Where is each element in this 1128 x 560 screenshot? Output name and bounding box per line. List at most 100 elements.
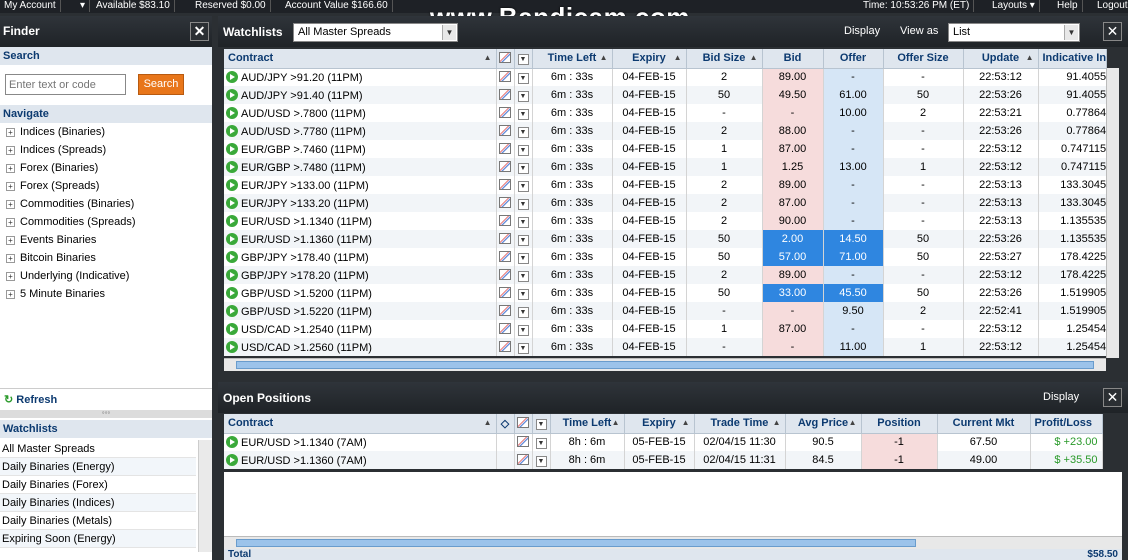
sort-icon[interactable]: ▲ (484, 53, 492, 62)
table-row[interactable]: GBP/USD >1.5220 (11PM) ▼ 6m : 33s 04-FEB-15… (224, 302, 1108, 320)
menu-cell[interactable]: ▼ (514, 68, 533, 86)
chart-cell[interactable] (496, 230, 515, 248)
contract-cell[interactable]: EUR/JPY >133.20 (11PM) (224, 194, 497, 212)
nav-item[interactable]: +5 Minute Binaries (0, 285, 212, 303)
chart-cell[interactable] (496, 158, 515, 176)
dropdown-icon[interactable]: ▼ (517, 234, 529, 246)
offer-cell[interactable]: - (823, 212, 884, 230)
chart-icon[interactable] (499, 215, 511, 226)
offer-cell[interactable]: 14.50 (823, 230, 884, 248)
chart-cell[interactable] (496, 140, 515, 158)
chart-cell[interactable] (496, 302, 515, 320)
dropdown-icon[interactable]: ▼ (517, 162, 529, 174)
dropdown-icon[interactable]: ▼ (517, 72, 529, 84)
expand-plus-icon[interactable]: + (6, 182, 15, 191)
search-button[interactable]: Search (138, 74, 184, 95)
panel-splitter[interactable]: ◦◦◦ (0, 409, 212, 418)
table-row[interactable]: GBP/USD >1.5200 (11PM) ▼ 6m : 33s 04-FEB-15… (224, 284, 1108, 302)
column-bid-size[interactable]: Bid Size ▲ (686, 49, 763, 69)
dropdown-icon[interactable]: ▼ (517, 126, 529, 138)
bid-cell[interactable]: 33.00 (762, 284, 824, 302)
nav-item[interactable]: + Events Binaries (0, 231, 212, 249)
nav-item[interactable]: + Indices (Binaries) (0, 123, 212, 141)
dropdown-icon[interactable]: ▼ (517, 144, 529, 156)
chart-cell[interactable] (496, 68, 515, 86)
column-offer[interactable]: Offer (823, 49, 884, 69)
chart-icon[interactable] (499, 269, 511, 280)
contract-cell[interactable]: USD/CAD >1.2540 (11PM) (224, 320, 497, 338)
trade-play-icon[interactable] (226, 214, 238, 227)
trade-play-icon[interactable] (226, 435, 238, 448)
sort-icon[interactable]: ▲ (612, 418, 620, 427)
display-button[interactable]: Display (1043, 391, 1079, 403)
expand-plus-icon[interactable]: + (6, 128, 15, 137)
menu-cell[interactable]: ▼ (514, 212, 533, 230)
my-account-link[interactable]: My Account (0, 0, 61, 12)
table-row[interactable]: AUD/USD >.7800 (11PM) ▼ 6m : 33s 04-FEB-15-… (224, 104, 1108, 122)
bid-cell[interactable]: 89.00 (762, 266, 824, 284)
column-indicative-in[interactable]: Indicative In (1038, 49, 1108, 69)
chart-icon[interactable] (499, 161, 511, 172)
contract-cell[interactable]: AUD/JPY >91.40 (11PM) (224, 86, 497, 104)
menu-cell[interactable]: ▼ (514, 122, 533, 140)
table-row[interactable]: AUD/USD >.7780 (11PM) ▼ 6m : 33s 04-FEB-15 2… (224, 122, 1108, 140)
column-expiry[interactable]: Expiry ▲ (612, 49, 687, 69)
column-contract[interactable]: Contract ▲ (224, 49, 497, 69)
contract-cell[interactable]: GBP/USD >1.5200 (11PM) (224, 284, 497, 302)
table-row[interactable]: GBP/JPY >178.20 (11PM) ▼ 6m : 33s 04-FEB-15… (224, 266, 1108, 284)
sort-icon[interactable]: ▲ (849, 418, 857, 427)
chart-cell[interactable] (514, 433, 533, 451)
dropdown-icon[interactable]: ▼ (517, 180, 529, 192)
table-row[interactable]: EUR/JPY >133.20 (11PM) ▼ 6m : 33s 04-FEB-15… (224, 194, 1108, 212)
table-row[interactable]: GBP/JPY >178.40 (11PM) ▼ 6m : 33s 04-FEB-15… (224, 248, 1108, 266)
dropdown-icon[interactable]: ▼ (517, 252, 529, 264)
trade-play-icon[interactable] (226, 286, 238, 299)
contract-cell[interactable]: EUR/USD >1.1340 (7AM) (224, 433, 497, 451)
bid-cell[interactable]: - (762, 104, 824, 122)
menu-cell[interactable]: ▼ (514, 140, 533, 158)
sort-icon[interactable]: ▲ (682, 418, 690, 427)
view-as-select[interactable]: List ▼ (948, 23, 1080, 42)
column-trade-time[interactable]: Trade Time ▲ (694, 414, 786, 434)
offer-cell[interactable]: - (823, 176, 884, 194)
sort-icon[interactable]: ▲ (484, 418, 492, 427)
offer-cell[interactable]: - (823, 266, 884, 284)
expand-plus-icon[interactable]: + (6, 146, 15, 155)
table-row[interactable]: USD/CAD >1.2540 (11PM) ▼ 6m : 33s 04-FEB-15… (224, 320, 1108, 338)
nav-item[interactable]: + Commodities (Spreads) (0, 213, 212, 231)
column-bid[interactable]: Bid (762, 49, 824, 69)
contract-cell[interactable]: EUR/JPY >133.00 (11PM) (224, 176, 497, 194)
trade-play-icon[interactable] (226, 453, 238, 466)
nav-item[interactable]: + Indices (Spreads) (0, 141, 212, 159)
column-time-left[interactable]: Time Left ▲ (532, 49, 613, 69)
bid-cell[interactable]: 90.00 (762, 212, 824, 230)
chart-icon[interactable] (499, 197, 511, 208)
menu-cell[interactable]: ▼ (514, 176, 533, 194)
contract-cell[interactable]: EUR/USD >1.1360 (11PM) (224, 230, 497, 248)
offer-cell[interactable]: 9.50 (823, 302, 884, 320)
help-link[interactable]: Help (1053, 0, 1083, 12)
expand-plus-icon[interactable]: + (6, 218, 15, 227)
dropdown-icon[interactable]: ▼ (517, 90, 529, 102)
menu-cell[interactable]: ▼ (514, 320, 533, 338)
chart-icon[interactable] (499, 179, 511, 190)
bid-cell[interactable]: 89.00 (762, 68, 824, 86)
menu-cell[interactable]: ▼ (532, 451, 551, 469)
layouts-menu[interactable]: Layouts ▾ (988, 0, 1040, 12)
sort-icon[interactable]: ▲ (1026, 53, 1034, 62)
trade-play-icon[interactable] (226, 196, 238, 209)
chart-cell[interactable] (496, 104, 515, 122)
table-row[interactable]: EUR/USD >1.1340 (7AM) ▼ 8h : 6m 05-FEB-15 02… (224, 433, 1103, 451)
chart-icon[interactable] (517, 436, 529, 448)
chart-icon[interactable] (499, 89, 511, 100)
table-row[interactable]: EUR/USD >1.1360 (11PM) ▼ 6m : 33s 04-FEB-15… (224, 230, 1108, 248)
chart-icon[interactable] (499, 323, 511, 334)
watchlist-item[interactable]: All Master Spreads (0, 440, 196, 458)
offer-cell[interactable]: - (823, 320, 884, 338)
contract-cell[interactable]: EUR/USD >1.1340 (11PM) (224, 212, 497, 230)
offer-cell[interactable]: - (823, 140, 884, 158)
chart-cell[interactable] (496, 320, 515, 338)
expand-plus-icon[interactable]: + (6, 164, 15, 173)
column-profit-loss[interactable]: Profit/Loss (1030, 414, 1103, 434)
bid-cell[interactable]: 49.50 (762, 86, 824, 104)
